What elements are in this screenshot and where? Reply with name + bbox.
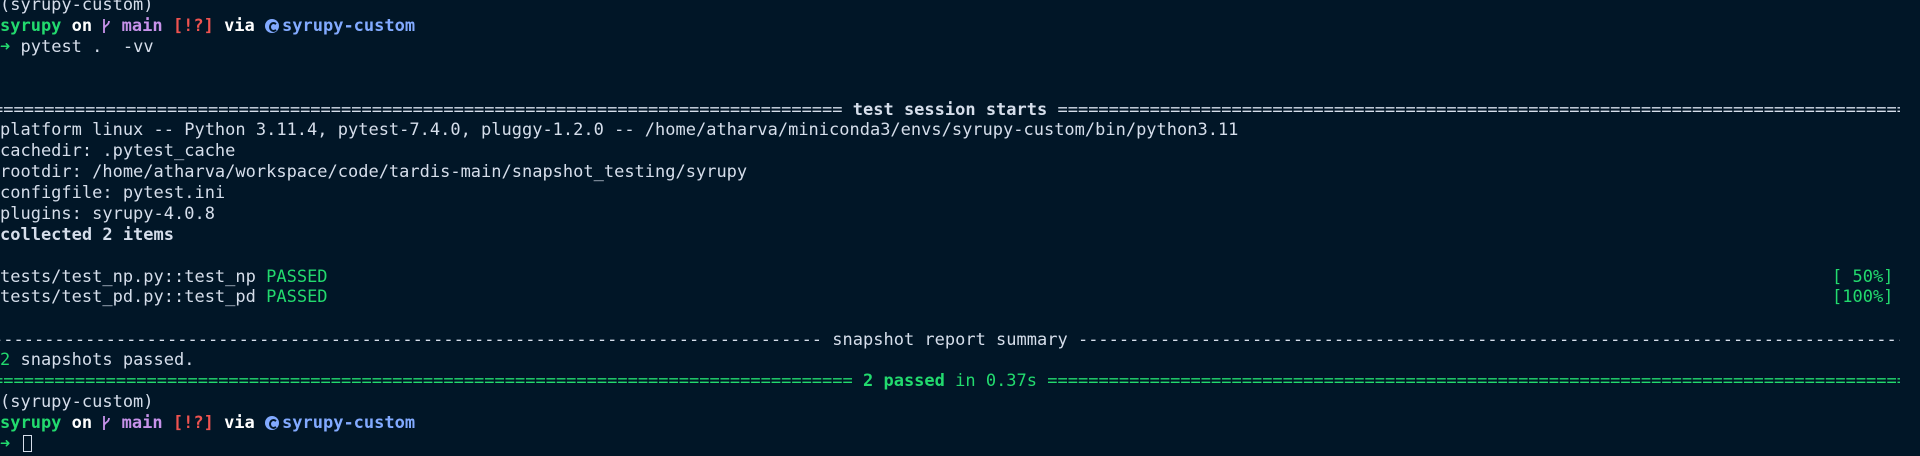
collected-line: collected 2 items <box>0 224 174 245</box>
prompt-arrow-icon: ➜ <box>0 36 11 57</box>
session-header-title: test session starts <box>852 99 1048 120</box>
prompt-via: via <box>224 15 255 36</box>
platform-line: platform linux -- Python 3.11.4, pytest-… <box>0 120 1239 141</box>
snapshot-report-title: snapshot report summary <box>832 329 1068 350</box>
snapshot-report-separator: ----------------------------------------… <box>0 329 1900 350</box>
git-branch-icon <box>103 18 111 33</box>
prompt-env: syrupy-custom <box>282 15 416 36</box>
prompt-line: syrupy on main [!?] via syrupy-custom <box>0 413 1920 434</box>
plugins-line: plugins: syrupy-4.0.8 <box>0 203 215 224</box>
prompt-on: on <box>71 412 93 433</box>
prompt-arrow-icon: ➜ <box>0 433 11 454</box>
test-name: tests/test_np.py::test_np <box>0 266 256 287</box>
prompt-branch: main <box>121 412 163 433</box>
cachedir-line: cachedir: .pytest_cache <box>0 141 236 162</box>
prompt-dir: syrupy <box>0 15 62 36</box>
conda-env-icon <box>265 18 280 33</box>
prompt-via: via <box>224 412 255 433</box>
prompt-git-status: [!?] <box>172 15 214 36</box>
terminal-cursor[interactable] <box>22 435 32 453</box>
test-result: PASSED <box>266 266 328 287</box>
final-summary-separator: ========================================… <box>0 371 1900 392</box>
env-line: (syrupy-custom) <box>0 391 154 412</box>
prompt-env: syrupy-custom <box>282 412 416 433</box>
snapshot-summary-line: 2 snapshots passed. <box>0 350 195 371</box>
session-header-separator: ========================================… <box>0 99 1900 120</box>
conda-env-icon <box>265 415 280 430</box>
command-line: ➜ pytest . -vv <box>0 37 1920 58</box>
prompt-line: syrupy on main [!?] via syrupy-custom <box>0 16 1920 37</box>
prompt-on: on <box>71 15 93 36</box>
configfile-line: configfile: pytest.ini <box>0 183 226 204</box>
test-name: tests/test_pd.py::test_pd <box>0 287 256 308</box>
terminal[interactable]: (syrupy-custom) syrupy on main [!?] via … <box>0 0 1920 455</box>
prompt-git-status: [!?] <box>172 412 214 433</box>
test-progress: [100%] <box>1832 287 1894 308</box>
command-text: pytest . -vv <box>20 36 154 57</box>
duration: in 0.37s <box>944 371 1038 392</box>
prompt-dir: syrupy <box>0 412 62 433</box>
input-line[interactable]: ➜ <box>0 434 1920 455</box>
rootdir-line: rootdir: /home/atharva/workspace/code/ta… <box>0 162 748 183</box>
cut-off-line: (syrupy-custom) <box>0 0 154 15</box>
test-progress: [ 50%] <box>1832 266 1894 287</box>
snapshot-count: 2 <box>0 350 11 371</box>
test-result: PASSED <box>266 287 328 308</box>
test-result-row: tests/test_pd.py::test_pd PASSED [100%] <box>0 287 1920 308</box>
passed-count: 2 passed <box>863 371 945 392</box>
prompt-branch: main <box>121 15 163 36</box>
git-branch-icon <box>103 415 111 430</box>
test-result-row: tests/test_np.py::test_np PASSED [ 50%] <box>0 267 1920 288</box>
